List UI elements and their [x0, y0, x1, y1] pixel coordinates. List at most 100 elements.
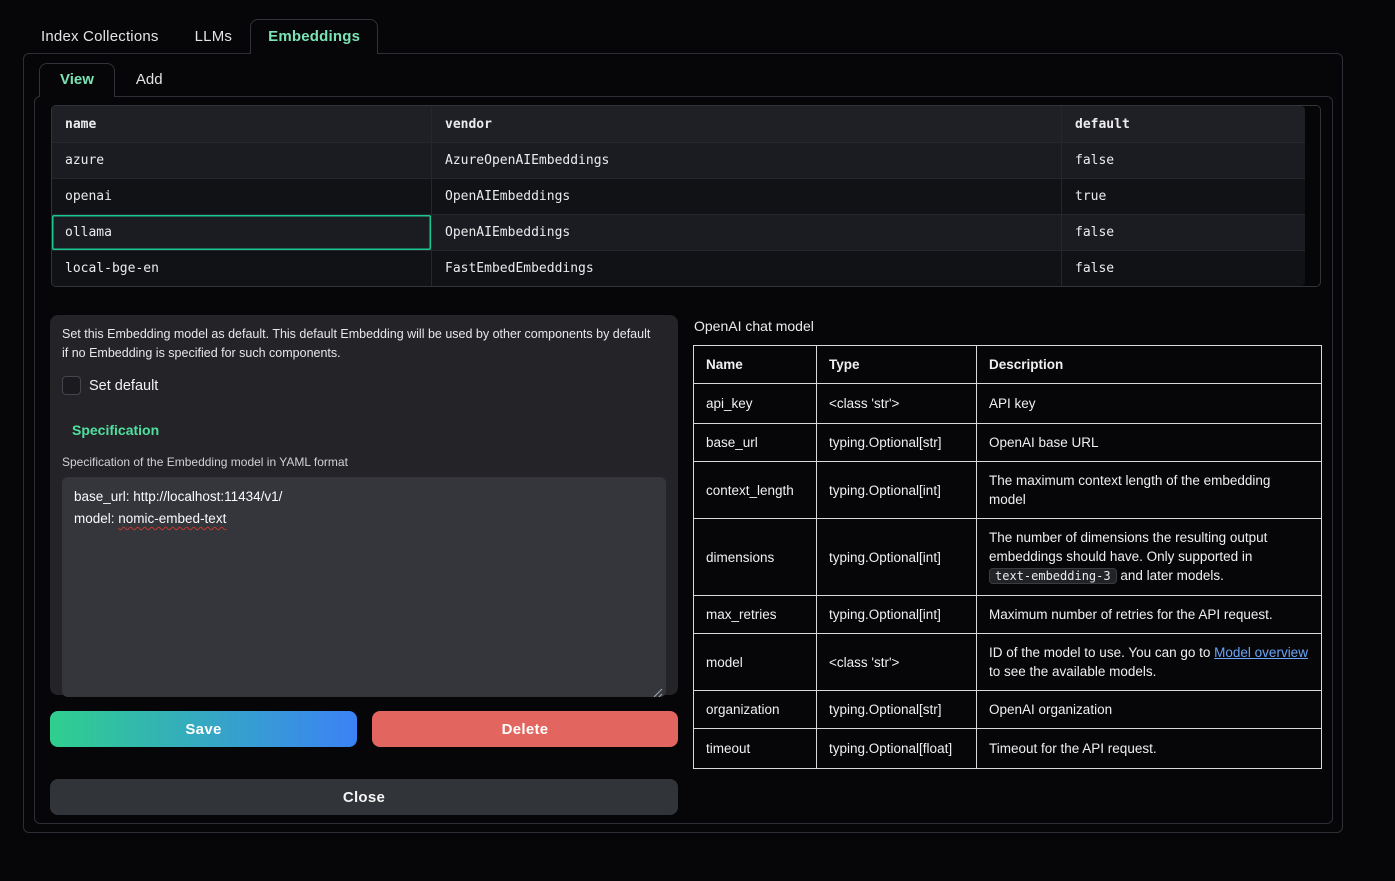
table-row-azure: azureAzureOpenAIEmbeddingsfalse	[52, 142, 1305, 178]
resize-handle-icon[interactable]	[652, 683, 663, 694]
cell-name-openai[interactable]: openai	[52, 179, 431, 214]
tab-index-collections[interactable]: Index Collections	[23, 19, 177, 54]
docs-cell-description: The maximum context length of the embedd…	[977, 462, 1322, 519]
docs-row-max_retries: max_retriestyping.Optional[int] Maximum n…	[694, 596, 1322, 634]
action-buttons: Save Delete	[50, 711, 678, 747]
delete-button[interactable]: Delete	[372, 711, 678, 747]
cell-name-azure[interactable]: azure	[52, 143, 431, 178]
docs-table: Name Type Description api_key<class 'str…	[693, 345, 1322, 769]
docs-cell-name: context_length	[694, 462, 817, 519]
misspelled-word: nomic-embed-text	[118, 511, 226, 526]
cell-default-ollama[interactable]: false	[1061, 215, 1305, 250]
cell-vendor-openai[interactable]: OpenAIEmbeddings	[431, 179, 1061, 214]
description-text: Timeout for the API request.	[989, 741, 1157, 756]
description-text: OpenAI organization	[989, 702, 1112, 717]
docs-cell-type: typing.Optional[int]	[817, 519, 977, 596]
embeddings-table-inner: name vendor default azureAzureOpenAIEmbe…	[52, 106, 1305, 286]
cell-vendor-azure[interactable]: AzureOpenAIEmbeddings	[431, 143, 1061, 178]
view-panel: name vendor default azureAzureOpenAIEmbe…	[34, 96, 1333, 824]
inline-code: text-embedding-3	[989, 568, 1117, 584]
docs-row-organization: organizationtyping.Optional[str]OpenAI o…	[694, 691, 1322, 729]
docs-header-type: Type	[817, 346, 977, 384]
docs-row-dimensions: dimensionstyping.Optional[int] The number…	[694, 519, 1322, 596]
docs-row-context_length: context_lengthtyping.Optional[int] The ma…	[694, 462, 1322, 519]
description-text: OpenAI base URL	[989, 435, 1099, 450]
docs-row-timeout: timeouttyping.Optional[float] Timeout for…	[694, 729, 1322, 769]
docs-header-row: Name Type Description	[694, 346, 1322, 384]
description-text: The maximum context length of the embedd…	[989, 473, 1270, 507]
docs-table-body: api_key<class 'str'>API keybase_urltypin…	[694, 384, 1322, 769]
embeddings-table: name vendor default azureAzureOpenAIEmbe…	[51, 105, 1321, 287]
cell-name-ollama[interactable]: ollama	[52, 215, 431, 250]
tab-llms[interactable]: LLMs	[177, 19, 250, 54]
docs-header-name: Name	[694, 346, 817, 384]
embeddings-panel: View Add name vendor default azureAzureO…	[23, 53, 1343, 833]
docs-row-api_key: api_key<class 'str'> API key	[694, 384, 1322, 424]
docs-cell-description: OpenAI organization	[977, 691, 1322, 729]
docs-header-description: Description	[977, 346, 1322, 384]
close-button[interactable]: Close	[50, 779, 678, 815]
cell-name-local-bge-en[interactable]: local-bge-en	[52, 251, 431, 286]
docs-cell-type: <class 'str'>	[817, 384, 977, 424]
docs-cell-name: api_key	[694, 384, 817, 424]
embeddings-table-body: azureAzureOpenAIEmbeddingsfalseopenaiOpe…	[52, 142, 1305, 286]
column-header-default: default	[1061, 106, 1305, 142]
set-default-checkbox[interactable]	[62, 376, 81, 395]
docs-cell-type: <class 'str'>	[817, 634, 977, 691]
description-text: The number of dimensions the resulting o…	[989, 530, 1267, 564]
docs-cell-type: typing.Optional[float]	[817, 729, 977, 769]
docs-cell-description: ID of the model to use. You can go to Mo…	[977, 634, 1322, 691]
save-button[interactable]: Save	[50, 711, 357, 747]
cell-default-openai[interactable]: true	[1061, 179, 1305, 214]
docs-cell-name: model	[694, 634, 817, 691]
docs-cell-type: typing.Optional[str]	[817, 424, 977, 462]
tab-add[interactable]: Add	[115, 63, 184, 97]
top-tab-bar: Index Collections LLMs Embeddings	[23, 19, 378, 54]
app-root: Index Collections LLMs Embeddings View A…	[0, 0, 1395, 881]
column-header-vendor: vendor	[431, 106, 1061, 142]
cell-vendor-local-bge-en[interactable]: FastEmbedEmbeddings	[431, 251, 1061, 286]
model-overview-link[interactable]: Model overview	[1214, 645, 1308, 660]
docs-cell-type: typing.Optional[int]	[817, 462, 977, 519]
tab-embeddings[interactable]: Embeddings	[250, 19, 378, 54]
yaml-line-2: model: nomic-embed-text	[74, 508, 654, 530]
specification-heading: Specification	[72, 422, 666, 438]
docs-row-base_url: base_urltyping.Optional[str] OpenAI base …	[694, 424, 1322, 462]
cell-default-local-bge-en[interactable]: false	[1061, 251, 1305, 286]
docs-cell-description: The number of dimensions the resulting o…	[977, 519, 1322, 596]
docs-cell-name: max_retries	[694, 596, 817, 634]
column-header-name: name	[52, 106, 431, 142]
description-text: ID of the model to use. You can go to	[989, 645, 1214, 660]
description-text: to see the available models.	[989, 664, 1156, 679]
set-default-row: Set default	[62, 376, 666, 395]
description-text: Maximum number of retries for the API re…	[989, 607, 1273, 622]
table-row-openai: openaiOpenAIEmbeddingstrue	[52, 178, 1305, 214]
docs-column: OpenAI chat model Name Type Description …	[693, 312, 1325, 769]
table-row-ollama: ollamaOpenAIEmbeddingsfalse	[52, 214, 1305, 250]
docs-title: OpenAI chat model	[694, 318, 1325, 334]
yaml-line-1: base_url: http://localhost:11434/v1/	[74, 486, 654, 508]
table-row-local-bge-en: local-bge-enFastEmbedEmbeddingsfalse	[52, 250, 1305, 286]
table-header-row: name vendor default	[52, 106, 1305, 142]
default-form-panel: Set this Embedding model as default. Thi…	[50, 315, 678, 695]
cell-vendor-ollama[interactable]: OpenAIEmbeddings	[431, 215, 1061, 250]
default-info-text: Set this Embedding model as default. Thi…	[62, 325, 658, 363]
yaml-spec-textarea[interactable]: base_url: http://localhost:11434/v1/ mod…	[62, 477, 666, 697]
specification-help-text: Specification of the Embedding model in …	[62, 455, 666, 469]
sub-tab-bar: View Add	[39, 63, 184, 97]
edit-column: Set this Embedding model as default. Thi…	[50, 315, 678, 815]
cell-default-azure[interactable]: false	[1061, 143, 1305, 178]
docs-cell-description: Timeout for the API request.	[977, 729, 1322, 769]
docs-cell-description: Maximum number of retries for the API re…	[977, 596, 1322, 634]
set-default-label[interactable]: Set default	[89, 378, 158, 394]
docs-row-model: model<class 'str'>ID of the model to use…	[694, 634, 1322, 691]
tab-view[interactable]: View	[39, 63, 115, 97]
docs-cell-type: typing.Optional[int]	[817, 596, 977, 634]
docs-cell-description: API key	[977, 384, 1322, 424]
docs-cell-description: OpenAI base URL	[977, 424, 1322, 462]
docs-cell-name: timeout	[694, 729, 817, 769]
description-text: and later models.	[1117, 568, 1224, 583]
docs-cell-name: base_url	[694, 424, 817, 462]
description-text: API key	[989, 396, 1036, 411]
docs-cell-name: dimensions	[694, 519, 817, 596]
